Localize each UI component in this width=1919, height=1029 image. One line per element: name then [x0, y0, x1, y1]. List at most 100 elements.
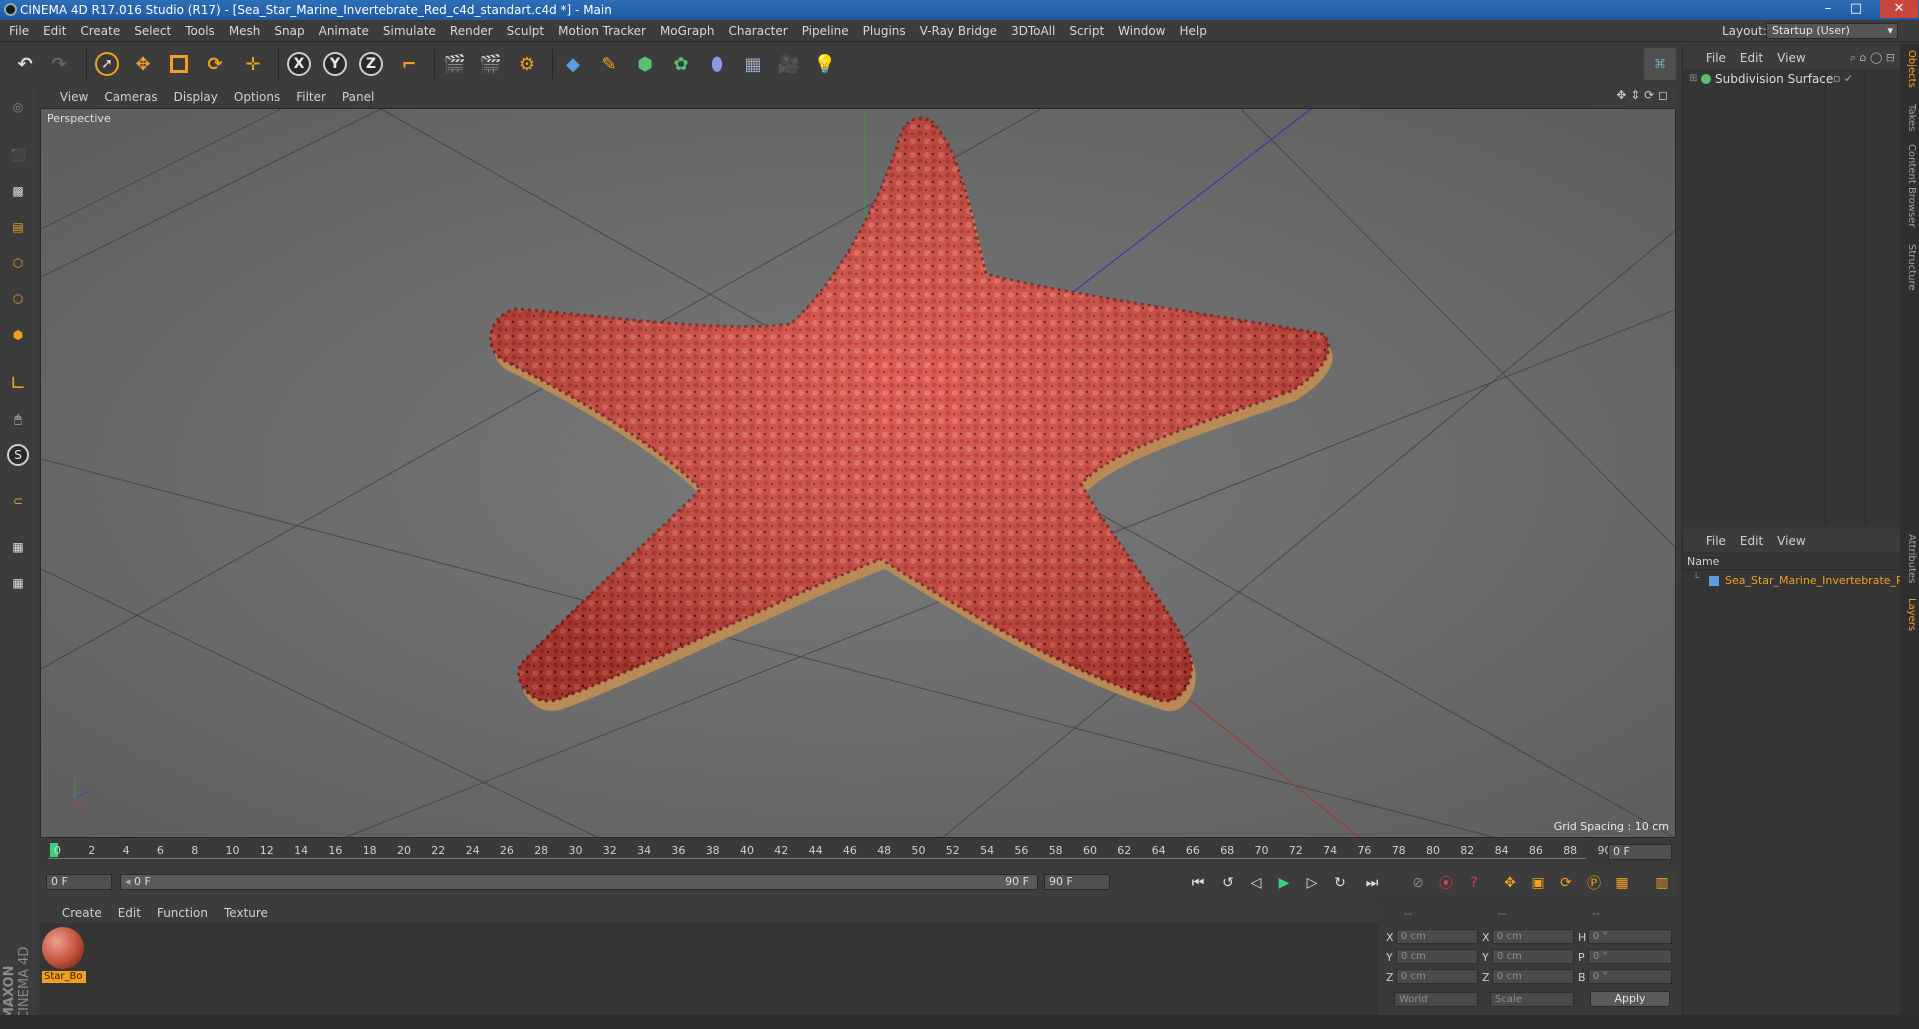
minimize-button[interactable]: –: [1814, 0, 1842, 18]
coordinate-system-icon[interactable]: ⌐: [394, 49, 424, 79]
camera-icon[interactable]: 🎥: [774, 49, 804, 79]
size-y-field[interactable]: 0 cm: [1492, 949, 1574, 964]
menu-render[interactable]: Render: [443, 20, 500, 42]
key-pla-icon[interactable]: ▦: [1610, 872, 1634, 894]
layer-menu-view[interactable]: View: [1770, 530, 1812, 552]
material-menu-create[interactable]: Create: [54, 903, 110, 923]
menu-script[interactable]: Script: [1062, 20, 1111, 42]
next-frame-icon[interactable]: ▷: [1300, 872, 1324, 894]
render-settings-icon[interactable]: ⚙: [512, 49, 542, 79]
timeline-window-icon[interactable]: ▥: [1650, 872, 1674, 894]
object-row-subdivision-surface[interactable]: ⊞ Subdivision Surface ▫ ✓: [1683, 71, 1901, 89]
previous-frame-icon[interactable]: ◁: [1244, 872, 1268, 894]
axis-mode-icon[interactable]: ∟: [4, 369, 32, 397]
tab-takes[interactable]: Takes: [1902, 104, 1917, 131]
layer-menu-file[interactable]: File: [1699, 530, 1733, 552]
menu-sculpt[interactable]: Sculpt: [500, 20, 551, 42]
polygons-mode-icon[interactable]: ⬢: [4, 321, 32, 349]
menu-help[interactable]: Help: [1172, 20, 1213, 42]
size-mode-select[interactable]: Scale: [1490, 992, 1574, 1007]
material-swatch[interactable]: Star_Bo: [42, 927, 86, 985]
next-key-icon[interactable]: ↻: [1328, 872, 1352, 894]
material-menu-edit[interactable]: Edit: [110, 903, 149, 923]
layout-select[interactable]: Startup (User) ▾: [1766, 23, 1898, 39]
object-menu-file[interactable]: File: [1699, 47, 1733, 69]
x-axis-lock-icon[interactable]: X: [284, 49, 314, 79]
render-view-icon[interactable]: 🎬: [440, 49, 470, 79]
menu-character[interactable]: Character: [721, 20, 794, 42]
tab-structure[interactable]: Structure: [1902, 244, 1917, 291]
menu-motion-tracker[interactable]: Motion Tracker: [551, 20, 653, 42]
snap-icon[interactable]: S: [4, 441, 32, 469]
menu-window[interactable]: Window: [1111, 20, 1172, 42]
close-button[interactable]: ✕: [1880, 0, 1918, 18]
transform-icon[interactable]: ✛: [238, 49, 268, 79]
maximize-button[interactable]: □: [1842, 0, 1870, 18]
position-x-field[interactable]: 0 cm: [1396, 929, 1478, 944]
coordinate-mode-select[interactable]: World: [1394, 992, 1478, 1007]
cloner-icon[interactable]: ✿: [666, 49, 696, 79]
viewport-menu-filter[interactable]: Filter: [288, 86, 334, 108]
live-selection-icon[interactable]: ➚: [92, 49, 122, 79]
end-frame-field[interactable]: 90 F: [1044, 874, 1110, 890]
play-icon[interactable]: ▶: [1272, 872, 1296, 894]
tab-content-browser[interactable]: Content Browser: [1902, 144, 1917, 227]
start-frame-field[interactable]: 0 F: [46, 874, 112, 890]
go-to-end-icon[interactable]: ⏭: [1360, 872, 1384, 894]
timeline-ruler[interactable]: 0 2 4 6 8 10 12 14 16 18 20 22 24 26 28 30 32 34 36 38 40 42 4…: [40, 840, 1676, 864]
layer-menu-edit[interactable]: Edit: [1733, 530, 1770, 552]
pen-spline-icon[interactable]: ✎: [594, 49, 624, 79]
object-manager-tools-icons[interactable]: ⌕ ⌂ ◯ ⊟: [1850, 47, 1895, 69]
viewport-menu-display[interactable]: Display: [166, 86, 226, 108]
z-axis-lock-icon[interactable]: Z: [356, 49, 386, 79]
menu-select[interactable]: Select: [127, 20, 178, 42]
menu-simulate[interactable]: Simulate: [376, 20, 443, 42]
key-rotation-icon[interactable]: ⟳: [1554, 872, 1578, 894]
menu-vray-bridge[interactable]: V-Ray Bridge: [913, 20, 1004, 42]
key-scale-icon[interactable]: ▣: [1526, 872, 1550, 894]
go-to-start-icon[interactable]: ⏮: [1186, 872, 1210, 894]
menu-mesh[interactable]: Mesh: [222, 20, 268, 42]
expand-icon[interactable]: ⊞: [1689, 73, 1697, 84]
menu-tools[interactable]: Tools: [178, 20, 222, 42]
menu-3dtoall[interactable]: 3DToAll: [1004, 20, 1062, 42]
viewport-menu-panel[interactable]: Panel: [334, 86, 382, 108]
floor-icon[interactable]: ▦: [738, 49, 768, 79]
magnet-icon[interactable]: ⊂: [4, 487, 32, 515]
tab-attributes[interactable]: Attributes: [1902, 534, 1917, 583]
workplane-icon[interactable]: ▤: [4, 213, 32, 241]
tab-layers[interactable]: Layers: [1902, 598, 1917, 631]
menu-edit[interactable]: Edit: [36, 20, 73, 42]
current-frame-field[interactable]: 0 F: [1608, 844, 1672, 860]
move-icon[interactable]: ✥: [128, 49, 158, 79]
material-menu-texture[interactable]: Texture: [216, 903, 276, 923]
undo-icon[interactable]: ↶: [10, 49, 40, 79]
light-icon[interactable]: 💡: [810, 49, 840, 79]
menu-create[interactable]: Create: [73, 20, 127, 42]
layer-color-swatch[interactable]: [1709, 576, 1719, 586]
y-axis-lock-icon[interactable]: Y: [320, 49, 350, 79]
grid-icon[interactable]: ▦: [4, 569, 32, 597]
redo-icon[interactable]: ↷: [44, 49, 74, 79]
scale-icon[interactable]: [164, 49, 194, 79]
size-z-field[interactable]: 0 cm: [1492, 969, 1574, 984]
menu-snap[interactable]: Snap: [267, 20, 311, 42]
record-keys-icon[interactable]: ⊘: [1406, 872, 1430, 894]
menu-file[interactable]: File: [2, 20, 36, 42]
material-menu-function[interactable]: Function: [149, 903, 216, 923]
render-picture-viewer-icon[interactable]: 🎬: [476, 49, 506, 79]
previous-key-icon[interactable]: ↺: [1216, 872, 1240, 894]
texture-mode-icon[interactable]: ▩: [4, 177, 32, 205]
rotation-p-field[interactable]: 0 °: [1588, 949, 1672, 964]
size-x-field[interactable]: 0 cm: [1492, 929, 1574, 944]
menu-animate[interactable]: Animate: [312, 20, 376, 42]
model-mode-icon[interactable]: ⬛: [4, 141, 32, 169]
position-y-field[interactable]: 0 cm: [1396, 949, 1478, 964]
object-menu-edit[interactable]: Edit: [1733, 47, 1770, 69]
tab-objects[interactable]: Objects: [1902, 50, 1917, 88]
make-editable-icon[interactable]: ◎: [4, 93, 32, 121]
rotation-b-field[interactable]: 0 °: [1588, 969, 1672, 984]
frame-range-slider[interactable]: ◂ 0 F 90 F: [120, 874, 1038, 890]
menu-plugins[interactable]: Plugins: [856, 20, 913, 42]
subdivision-icon[interactable]: ⬢: [630, 49, 660, 79]
